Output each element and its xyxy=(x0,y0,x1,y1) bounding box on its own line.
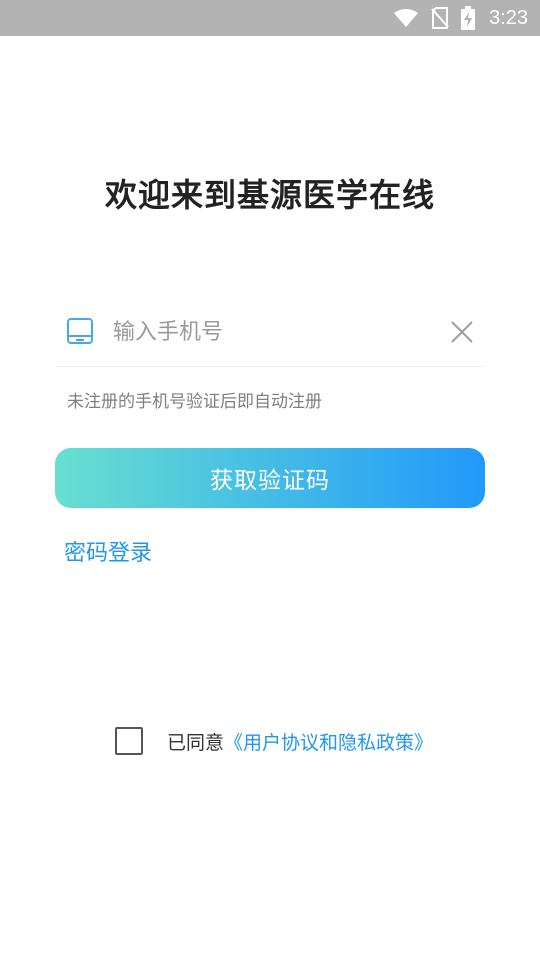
agreement-row: 已同意 《用户协议和隐私政策》 xyxy=(115,726,433,756)
page-title: 欢迎来到基源医学在线 xyxy=(104,176,435,214)
phone-input-row xyxy=(55,300,485,367)
agreement-checkbox[interactable] xyxy=(115,727,143,755)
agreement-link[interactable]: 《用户协议和隐私政策》 xyxy=(224,728,433,755)
status-icons: 3:23 xyxy=(393,0,528,36)
wifi-icon xyxy=(394,9,419,27)
status-bar: 3:23 xyxy=(0,0,540,36)
status-time: 3:23 xyxy=(489,6,528,29)
phone-input[interactable] xyxy=(113,312,433,352)
get-code-label: 获取验证码 xyxy=(210,468,330,494)
get-code-button[interactable]: 获取验证码 xyxy=(55,448,485,508)
no-sim-icon xyxy=(431,7,449,29)
phone-icon xyxy=(67,318,93,344)
agreement-prefix: 已同意 xyxy=(167,731,225,754)
register-hint: 未注册的手机号验证后即自动注册 xyxy=(67,392,322,412)
battery-charging-icon xyxy=(461,6,476,30)
close-icon[interactable] xyxy=(447,317,477,347)
password-login-link[interactable]: 密码登录 xyxy=(64,535,152,567)
